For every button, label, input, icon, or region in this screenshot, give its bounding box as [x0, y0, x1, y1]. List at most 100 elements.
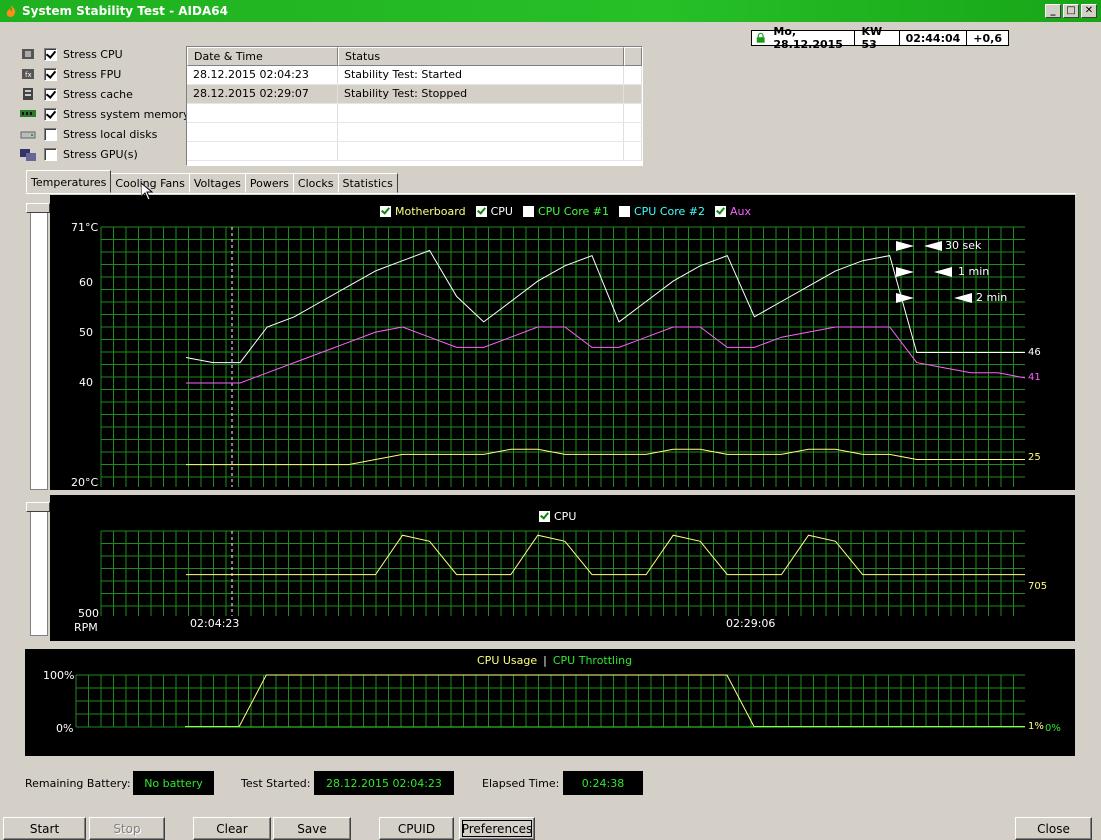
stop-button[interactable]: Stop [89, 817, 165, 840]
legend-cpu-fan[interactable]: CPU [539, 510, 576, 523]
elapsed-value: 0:24:38 [563, 771, 643, 795]
fan-graph-slider-thumb[interactable] [26, 502, 50, 512]
temperature-legend: Motherboard CPU CPU Core #1 CPU Core #2 Aux [380, 205, 751, 218]
elapsed-label: Elapsed Time: [482, 777, 560, 790]
tab-powers[interactable]: Powers [244, 173, 294, 193]
fan-value: 705 [1028, 581, 1048, 592]
stress-checkbox[interactable] [44, 147, 57, 161]
log-row-empty [187, 123, 642, 142]
fan-legend: CPU [539, 510, 576, 523]
cpu-usage-graph: CPU Usage | CPU Throttling 100% 0% 1% 0% [25, 649, 1075, 756]
scale-left-arrow-icon [924, 240, 942, 251]
stress-checkbox[interactable] [44, 87, 57, 101]
preferences-button[interactable]: Preferences [459, 817, 535, 840]
clock-date: Mo, 28.12.2015 [767, 25, 856, 51]
legend-cpu-core-1[interactable]: CPU Core #1 [522, 205, 609, 218]
fan-graph-slider-track[interactable] [30, 508, 48, 636]
stress-checkbox[interactable] [44, 67, 57, 81]
temperature-graph: Motherboard CPU CPU Core #1 CPU Core #2 Aux … [50, 195, 1075, 490]
cache-icon [23, 88, 33, 100]
window-title: System Stability Test - AIDA64 [22, 4, 228, 18]
tab-voltages[interactable]: Voltages [188, 173, 246, 193]
temp-y-bottom: 20°C [71, 476, 99, 489]
scale-option-2min[interactable]: 2 min [896, 291, 1007, 304]
stress-checkbox[interactable] [44, 47, 57, 61]
tab-clocks[interactable]: Clocks [292, 173, 339, 193]
log-status: Stability Test: Started [338, 66, 624, 84]
battery-label: Remaining Battery: [25, 777, 131, 790]
log-row[interactable]: 28.12.2015 02:04:23 Stability Test: Star… [187, 66, 642, 85]
tab-divider [26, 193, 1076, 194]
test-started-value: 28.12.2015 02:04:23 [314, 771, 454, 795]
fan-unit: RPM [74, 621, 98, 634]
legend-checkbox[interactable] [539, 511, 550, 522]
clock-offset: +0,6 [973, 31, 1002, 45]
legend-checkbox[interactable] [522, 206, 534, 217]
gpu-icon [20, 149, 36, 161]
fan-y-bottom: 500 [78, 607, 99, 620]
scale-option-30s[interactable]: 30 sek [896, 239, 981, 252]
lock-icon [756, 32, 765, 43]
title-bar: System Stability Test - AIDA64 _ □ ✕ [0, 0, 1101, 22]
stress-checkbox[interactable] [44, 107, 57, 121]
log-row[interactable]: 28.12.2015 02:29:07 Stability Test: Stop… [187, 85, 642, 104]
fan-time-end: 02:29:06 [726, 617, 776, 630]
legend-cpu-throttling: CPU Throttling [552, 654, 633, 667]
stress-option-stress-cpu[interactable]: Stress CPU [20, 44, 190, 64]
scale-left-arrow-icon [934, 266, 952, 277]
maximize-button[interactable]: □ [1063, 4, 1079, 18]
test-started-label: Test Started: [241, 777, 311, 790]
tab-temperatures[interactable]: Temperatures [26, 170, 112, 193]
usage-y-top: 100% [43, 669, 75, 682]
stress-label: Stress GPU(s) [63, 147, 138, 161]
stress-label: Stress local disks [63, 127, 158, 141]
legend-checkbox[interactable] [475, 206, 487, 217]
memory-module-icon [20, 110, 36, 117]
log-header-extra [624, 47, 642, 66]
temp-tick: 60 [79, 276, 93, 289]
save-button[interactable]: Save [273, 817, 351, 840]
legend-checkbox[interactable] [618, 206, 630, 217]
stress-option-stress-system-memory[interactable]: Stress system memory [20, 104, 190, 124]
legend-motherboard[interactable]: Motherboard [380, 205, 466, 218]
legend-checkbox[interactable] [380, 206, 391, 217]
start-button[interactable]: Start [3, 817, 86, 840]
scale-option-1min[interactable]: 1 min [896, 265, 989, 278]
log-status: Stability Test: Stopped [338, 85, 624, 103]
log-time: 28.12.2015 02:04:23 [187, 66, 338, 84]
cpu-throttle-value: 0% [1045, 723, 1061, 734]
battery-value: No battery [133, 771, 214, 795]
temp-graph-slider-thumb[interactable] [26, 203, 50, 213]
disk-drive-icon [20, 131, 36, 139]
log-time: 28.12.2015 02:29:07 [187, 85, 338, 103]
stress-label: Stress FPU [63, 67, 122, 81]
log-header-datetime[interactable]: Date & Time [187, 47, 338, 66]
close-button[interactable]: Close [1015, 817, 1092, 840]
scale-right-arrow-icon [896, 266, 914, 277]
log-row-empty [187, 142, 642, 161]
cpu-usage-value: 1% [1028, 721, 1044, 732]
stress-option-stress-gpu-s[interactable]: Stress GPU(s) [20, 144, 190, 164]
minimize-button[interactable]: _ [1045, 4, 1061, 18]
stress-option-stress-fpu[interactable]: fx Stress FPU [20, 64, 190, 84]
cpuid-button[interactable]: CPUID [379, 817, 454, 840]
legend-cpu[interactable]: CPU [475, 205, 513, 218]
stress-option-stress-local-disks[interactable]: Stress local disks [20, 124, 190, 144]
tab-statistics[interactable]: Statistics [337, 173, 398, 193]
close-window-button[interactable]: ✕ [1081, 4, 1097, 18]
stress-checkbox[interactable] [44, 127, 57, 141]
motherboard-temp-value: 25 [1028, 452, 1041, 463]
temp-tick: 50 [79, 326, 93, 339]
legend-aux[interactable]: Aux [715, 205, 751, 218]
graph-tabs: Temperatures Cooling Fans Voltages Power… [26, 170, 398, 193]
log-header-status[interactable]: Status [338, 47, 624, 66]
temp-tick: 40 [79, 376, 93, 389]
fan-time-start: 02:04:23 [190, 617, 240, 630]
stress-option-stress-cache[interactable]: Stress cache [20, 84, 190, 104]
cpu-chip-icon [22, 49, 34, 59]
legend-checkbox[interactable] [715, 206, 727, 217]
legend-cpu-core-2[interactable]: CPU Core #2 [618, 205, 705, 218]
clear-button[interactable]: Clear [193, 817, 271, 840]
temp-graph-slider-track[interactable] [30, 208, 48, 490]
clock-panel: Mo, 28.12.2015 KW 53 02:44:04 +0,6 [751, 25, 1009, 51]
